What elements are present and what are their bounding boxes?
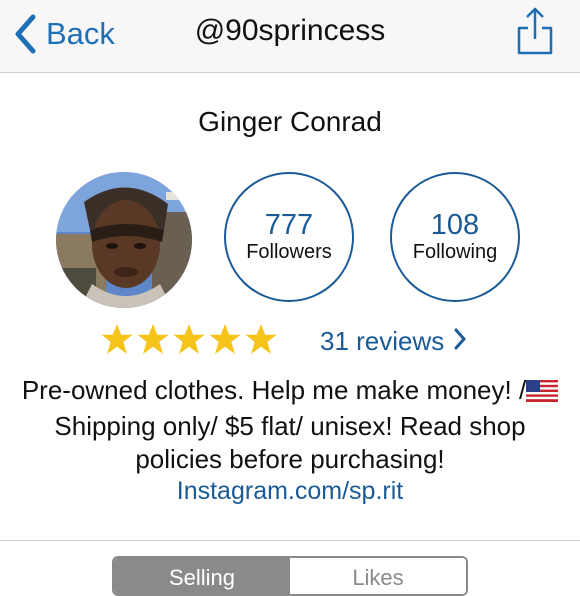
tab-selling[interactable]: Selling [114, 558, 290, 594]
share-button[interactable] [516, 6, 554, 56]
section-divider [0, 540, 580, 541]
star-icon [245, 324, 277, 354]
chevron-right-icon [444, 326, 466, 357]
followers-count: 777 [264, 209, 314, 241]
reviews-link[interactable]: 31 reviews [320, 326, 466, 357]
following-count: 108 [430, 209, 480, 241]
star-icon [101, 324, 133, 354]
navigation-bar: Back @90sprincess [0, 0, 580, 73]
selling-likes-segmented-control: Selling Likes [112, 556, 468, 596]
avatar[interactable] [56, 172, 192, 308]
profile-name: Ginger Conrad [198, 106, 382, 137]
page-title: @90sprincess [194, 14, 386, 47]
reviews-label: 31 reviews [320, 326, 445, 356]
profile-bio: Pre-owned clothes. Help me make money! /… [20, 374, 560, 476]
instagram-link[interactable]: Instagram.com/sp.rit [0, 477, 580, 506]
share-icon [516, 7, 554, 60]
followers-label: Followers [246, 241, 332, 263]
tab-likes[interactable]: Likes [290, 558, 466, 594]
rating-stars [100, 322, 278, 356]
star-icon [209, 324, 241, 354]
bio-text-part2: Shipping only/ $5 flat/ unisex! Read sho… [54, 411, 526, 474]
bio-text-part1: Pre-owned clothes. Help me make money! / [21, 375, 527, 405]
star-icon [137, 324, 169, 354]
following-label: Following [412, 241, 498, 263]
followers-button[interactable]: 777 Followers [224, 172, 354, 302]
following-button[interactable]: 108 Following [390, 172, 520, 302]
us-flag-icon [526, 377, 559, 410]
star-icon [173, 324, 205, 354]
